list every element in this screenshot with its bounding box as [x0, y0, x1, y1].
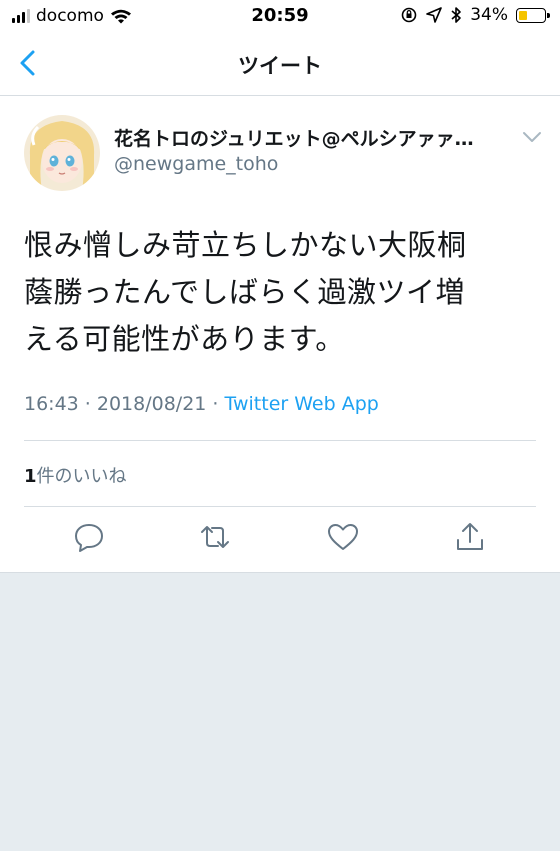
reply-icon[interactable] [72, 520, 106, 554]
bluetooth-icon [451, 7, 462, 23]
retweet-icon[interactable] [198, 520, 232, 554]
user-handle[interactable]: @newgame_toho [114, 153, 278, 175]
like-count[interactable]: 1件のいいね [24, 462, 127, 488]
like-count-label: 件のいいね [36, 466, 127, 487]
orientation-lock-icon [401, 7, 417, 23]
status-bar: docomo 20:59 34% [0, 0, 560, 34]
divider [0, 572, 560, 573]
battery-percent: 34% [470, 5, 508, 25]
heart-icon[interactable] [326, 520, 360, 554]
page-title: ツイート [238, 54, 322, 78]
action-bar [0, 520, 560, 560]
battery-fill [519, 10, 527, 20]
chevron-down-icon[interactable] [522, 130, 542, 144]
tweet-meta: 16:43 · 2018/08/21 · Twitter Web App [24, 393, 379, 415]
battery-icon [516, 7, 550, 23]
share-icon[interactable] [453, 520, 487, 554]
tweet-text-line: 蔭勝ったんでしばらく過激ツイ増 [24, 275, 466, 309]
status-right: 34% [400, 5, 550, 25]
tweet-text-line: 恨み憎しみ苛立ちしかない大阪桐 [24, 228, 467, 262]
tweet-text: 恨み憎しみ苛立ちしかない大阪桐 蔭勝ったんでしばらく過激ツイ増 える可能性があり… [24, 222, 534, 363]
display-name[interactable]: 花名トロのジュリエット@ペルシアァァ… [114, 124, 524, 151]
avatar-image [24, 115, 100, 191]
tweet-text-line: える可能性があります。 [24, 322, 345, 356]
nav-bar: ツイート [0, 34, 560, 96]
location-icon [426, 7, 443, 23]
tweet-timestamp: 16:43 · 2018/08/21 · [24, 393, 225, 415]
like-count-number: 1 [24, 466, 37, 487]
divider [24, 440, 536, 441]
avatar[interactable] [24, 115, 100, 191]
tweet-source-link[interactable]: Twitter Web App [225, 393, 379, 415]
divider [24, 506, 536, 507]
